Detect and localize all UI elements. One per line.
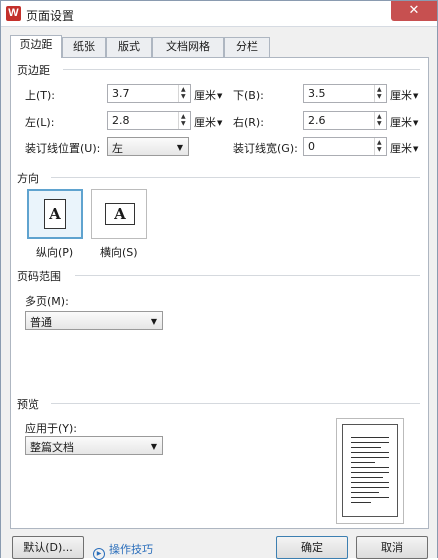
preview-text-line xyxy=(351,437,389,438)
gutter-width-unit[interactable]: 厘米▼ xyxy=(390,140,418,156)
dropdown-arrow-icon: ▼ xyxy=(217,92,223,100)
gutter-width-spinner[interactable]: 0 ▲ ▼ xyxy=(303,137,387,156)
orientation-section-title: 方向 xyxy=(17,172,39,185)
left-margin-label: 左(L): xyxy=(25,116,55,129)
preview-text-line xyxy=(351,487,389,488)
right-margin-spinner[interactable]: 2.6 ▲ ▼ xyxy=(303,111,387,130)
landscape-page-icon: A xyxy=(105,203,135,225)
wps-writer-icon: W xyxy=(6,6,21,21)
tab-document-grid[interactable]: 文档网格 xyxy=(152,37,224,57)
multiple-pages-select[interactable]: 普通 ▼ xyxy=(25,311,163,330)
preview-text-line xyxy=(351,457,389,458)
dropdown-arrow-icon: ▼ xyxy=(413,119,419,127)
landscape-button[interactable]: A xyxy=(91,189,147,239)
divider xyxy=(63,69,420,70)
tab-margins[interactable]: 页边距 xyxy=(10,35,62,58)
top-margin-unit[interactable]: 厘米▼ xyxy=(194,87,222,103)
gutter-width-value: 0 xyxy=(308,140,315,153)
preview-text-line xyxy=(351,482,389,483)
dropdown-arrow-icon: ▼ xyxy=(413,92,419,100)
preview-text-line xyxy=(351,442,389,443)
preview-text-line xyxy=(351,447,381,448)
preview-text-line xyxy=(351,497,389,498)
preview-page xyxy=(342,424,398,517)
bottom-margin-unit[interactable]: 厘米▼ xyxy=(390,87,418,103)
left-margin-spinner[interactable]: 2.8 ▲ ▼ xyxy=(107,111,191,130)
preview-text-line xyxy=(351,467,389,468)
tips-link[interactable]: ▶ 操作技巧 xyxy=(93,541,153,560)
page-setup-dialog: W 页面设置 ✕ 页边距 纸张 版式 文档网格 分栏 页边距 上(T): 3.7… xyxy=(0,0,438,560)
tab-columns[interactable]: 分栏 xyxy=(224,37,270,57)
portrait-label: 纵向(P) xyxy=(36,246,74,259)
ok-button[interactable]: 确定 xyxy=(276,536,348,559)
page-preview xyxy=(336,418,404,524)
preview-section-title: 预览 xyxy=(17,398,39,411)
gutter-position-label: 装订线位置(U): xyxy=(25,142,101,155)
dropdown-arrow-icon: ▼ xyxy=(217,119,223,127)
left-margin-unit[interactable]: 厘米▼ xyxy=(194,114,222,130)
left-margin-value: 2.8 xyxy=(112,114,130,127)
spin-down-icon[interactable]: ▼ xyxy=(377,94,382,100)
apply-to-label: 应用于(Y): xyxy=(25,422,78,435)
page-range-section-title: 页码范围 xyxy=(17,270,61,283)
chevron-down-icon: ▼ xyxy=(176,143,183,152)
portrait-button[interactable]: A xyxy=(27,189,83,239)
close-icon: ✕ xyxy=(408,3,420,18)
margins-section-title: 页边距 xyxy=(17,64,50,77)
tab-layout[interactable]: 版式 xyxy=(106,37,152,57)
top-margin-label: 上(T): xyxy=(25,89,56,102)
right-margin-value: 2.6 xyxy=(308,114,326,127)
preview-text-line xyxy=(351,477,383,478)
spin-down-icon[interactable]: ▼ xyxy=(377,147,382,153)
close-button[interactable]: ✕ xyxy=(391,1,437,21)
spin-down-icon[interactable]: ▼ xyxy=(377,121,382,127)
title-bar: W 页面设置 ✕ xyxy=(1,1,437,27)
divider xyxy=(51,177,420,178)
top-margin-spinner[interactable]: 3.7 ▲ ▼ xyxy=(107,84,191,103)
bottom-margin-label: 下(B): xyxy=(233,89,264,102)
chevron-down-icon: ▼ xyxy=(150,317,157,326)
spin-down-icon[interactable]: ▼ xyxy=(181,121,186,127)
bottom-margin-value: 3.5 xyxy=(308,87,326,100)
gutter-width-label: 装订线宽(G): xyxy=(233,142,298,155)
landscape-label: 横向(S) xyxy=(100,246,138,259)
dropdown-arrow-icon: ▼ xyxy=(413,145,419,153)
right-margin-unit[interactable]: 厘米▼ xyxy=(390,114,418,130)
preview-text-line xyxy=(351,462,375,463)
spin-down-icon[interactable]: ▼ xyxy=(181,94,186,100)
top-margin-value: 3.7 xyxy=(112,87,130,100)
tab-paper[interactable]: 纸张 xyxy=(62,37,106,57)
bottom-margin-spinner[interactable]: 3.5 ▲ ▼ xyxy=(303,84,387,103)
multiple-pages-label: 多页(M): xyxy=(25,295,69,308)
play-icon: ▶ xyxy=(93,548,105,560)
apply-to-select[interactable]: 整篇文档 ▼ xyxy=(25,436,163,455)
preview-text-line xyxy=(351,472,389,473)
preview-text-line xyxy=(351,452,389,453)
right-margin-label: 右(R): xyxy=(233,116,264,129)
cancel-button[interactable]: 取消 xyxy=(356,536,428,559)
gutter-position-select[interactable]: 左 ▼ xyxy=(107,137,189,156)
preview-text-line xyxy=(351,492,379,493)
chevron-down-icon: ▼ xyxy=(150,442,157,451)
preview-text-line xyxy=(351,502,371,503)
dialog-title: 页面设置 xyxy=(26,9,75,23)
default-button[interactable]: 默认(D)... xyxy=(12,536,84,559)
divider xyxy=(75,275,420,276)
divider xyxy=(51,403,420,404)
margins-panel: 页边距 上(T): 3.7 ▲ ▼ 厘米▼ 下(B): 3.5 ▲ ▼ 厘米▼ … xyxy=(10,57,429,529)
portrait-page-icon: A xyxy=(44,199,66,229)
